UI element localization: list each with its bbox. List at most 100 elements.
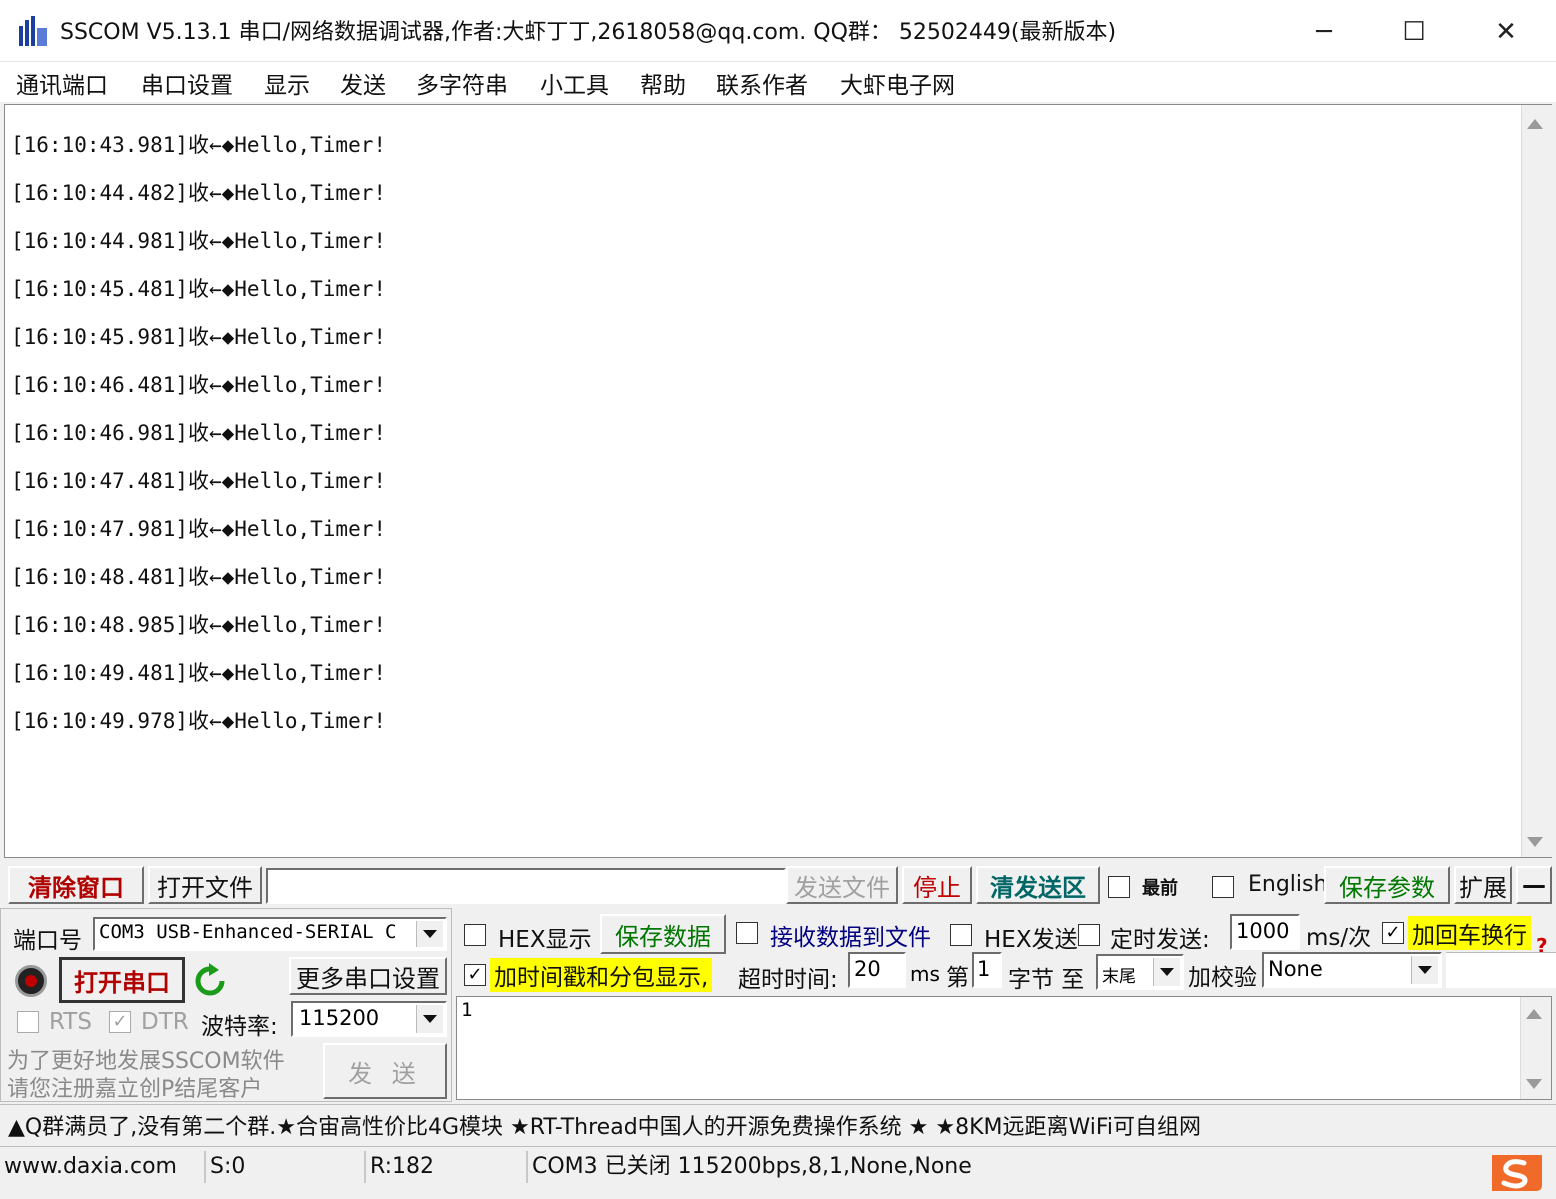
status-received: R:182	[364, 1151, 530, 1183]
baud-select[interactable]: 115200	[291, 1001, 447, 1037]
menu-help[interactable]: 帮助	[640, 66, 686, 100]
status-sent: S:0	[204, 1151, 366, 1183]
status-bar: www.daxia.com S:0 R:182 COM3 已关闭 115200b…	[0, 1146, 1556, 1191]
open-port-label: 打开串口	[74, 968, 170, 997]
hex-display-checkbox[interactable]	[464, 924, 486, 946]
hex-send-checkbox[interactable]	[950, 924, 972, 946]
rts-checkbox[interactable]	[17, 1011, 39, 1033]
checksum-select[interactable]: None	[1262, 952, 1442, 988]
interval-input[interactable]: 1000	[1230, 914, 1300, 950]
save-data-button[interactable]: 保存数据	[600, 914, 726, 954]
dtr-checkbox[interactable]: ✓	[109, 1011, 131, 1033]
minimize-button[interactable]: ─	[1304, 12, 1344, 52]
checksum-value: None	[1268, 957, 1323, 981]
send-button[interactable]: 发 送	[323, 1043, 447, 1099]
maximize-button[interactable]: ☐	[1394, 12, 1434, 52]
collapse-button[interactable]: —	[1516, 866, 1552, 904]
menu-tools[interactable]: 小工具	[540, 66, 609, 100]
save-params-button[interactable]: 保存参数	[1324, 866, 1450, 904]
clear-window-button[interactable]: 清除窗口	[8, 866, 144, 904]
receive-lines: [16:10:43.981]收←◆Hello,Timer! [16:10:44.…	[11, 131, 386, 755]
hex-display-label: HEX显示	[498, 927, 592, 953]
status-website[interactable]: www.daxia.com	[0, 1151, 177, 1183]
close-icon: ✕	[1495, 17, 1517, 47]
minimize-icon: ─	[1316, 17, 1332, 47]
send-text: 1	[461, 999, 473, 1021]
end-dropdown-button[interactable]	[1153, 958, 1180, 986]
receive-line: [16:10:48.985]收←◆Hello,Timer!	[11, 613, 387, 637]
timeout-input[interactable]: 20	[848, 952, 906, 988]
end-value: 末尾	[1102, 967, 1136, 987]
menu-comm-port[interactable]: 通讯端口	[16, 66, 108, 100]
dtr-label: DTR	[141, 1009, 189, 1035]
refresh-icon[interactable]	[193, 963, 227, 999]
menu-bar: 通讯端口 串口设置 显示 发送 多字符串 小工具 帮助 联系作者 大虾电子网	[0, 62, 1556, 102]
byte-start-input[interactable]: 1	[972, 952, 1002, 988]
english-label: English	[1248, 872, 1328, 897]
ticker-bar: ▲Q群满员了,没有第二个群.★合宙高性价比4G模块 ★RT-Thread中国人的…	[0, 1104, 1556, 1142]
byte-prefix: 第	[946, 965, 969, 991]
timed-send-checkbox[interactable]	[1078, 924, 1100, 946]
status-port-state: COM3 已关闭 115200bps,8,1,None,None	[526, 1151, 972, 1183]
timeout-label: 超时时间:	[738, 967, 838, 993]
send-textarea[interactable]: 1	[456, 996, 1552, 1100]
timestamp-checkbox[interactable]: ✓	[464, 964, 486, 986]
byte-start-value: 1	[977, 957, 991, 981]
scroll-down-icon[interactable]	[1526, 1079, 1542, 1089]
topmost-label: 最前	[1142, 878, 1178, 899]
english-checkbox[interactable]	[1212, 876, 1234, 898]
open-port-button[interactable]: 打开串口	[59, 957, 185, 1003]
scroll-down-icon[interactable]	[1527, 837, 1543, 847]
menu-contact[interactable]: 联系作者	[716, 66, 808, 100]
rts-label: RTS	[49, 1009, 92, 1035]
promo-line-2: 请您注册嘉立创P结尾客户	[7, 1077, 263, 1102]
checksum-dropdown-button[interactable]	[1411, 956, 1438, 984]
clear-send-button[interactable]: 清发送区	[976, 866, 1100, 904]
send-scrollbar[interactable]	[1520, 997, 1551, 1099]
baud-label: 波特率:	[201, 1014, 278, 1040]
menu-multi-string[interactable]: 多字符串	[416, 66, 508, 100]
recv-to-file-label: 接收数据到文件	[770, 925, 931, 951]
menu-serial-settings[interactable]: 串口设置	[141, 66, 233, 100]
receive-area[interactable]: [16:10:43.981]收←◆Hello,Timer! [16:10:44.…	[4, 104, 1552, 858]
options-panel: HEX显示 保存数据 接收数据到文件 HEX发送 定时发送: 1000 ms/次…	[456, 908, 1556, 994]
menu-send[interactable]: 发送	[340, 66, 386, 100]
add-crlf-checkbox[interactable]: ✓	[1382, 922, 1404, 944]
scroll-up-icon[interactable]	[1526, 1009, 1542, 1019]
timeout-value: 20	[854, 957, 881, 981]
topmost-checkbox[interactable]	[1108, 876, 1130, 898]
more-settings-button[interactable]: 更多串口设置	[289, 957, 447, 995]
receive-line: [16:10:45.981]收←◆Hello,Timer!	[11, 325, 387, 349]
port-select[interactable]: COM3 USB-Enhanced-SERIAL C	[93, 917, 447, 951]
hex-send-label: HEX发送	[984, 927, 1078, 953]
app-icon	[19, 16, 47, 46]
menu-display[interactable]: 显示	[264, 66, 310, 100]
port-status-led-icon	[15, 965, 47, 997]
maximize-icon: ☐	[1402, 17, 1426, 47]
receive-line: [16:10:46.981]收←◆Hello,Timer!	[11, 421, 387, 445]
port-label: 端口号	[13, 928, 82, 954]
receive-line: [16:10:46.481]收←◆Hello,Timer!	[11, 373, 387, 397]
byte-range-label: 字节 至	[1008, 967, 1085, 993]
interval-value: 1000	[1236, 919, 1290, 943]
file-path-input[interactable]	[266, 868, 786, 904]
end-select[interactable]: 末尾	[1096, 954, 1184, 990]
timestamp-label: 加时间戳和分包显示,	[490, 958, 713, 992]
open-file-button[interactable]: 打开文件	[148, 866, 262, 904]
expand-button[interactable]: 扩展	[1454, 866, 1512, 904]
ticker-text[interactable]: ▲Q群满员了,没有第二个群.★合宙高性价比4G模块 ★RT-Thread中国人的…	[8, 1109, 1201, 1141]
menu-daxia-site[interactable]: 大虾电子网	[840, 66, 955, 100]
baud-dropdown-button[interactable]	[416, 1005, 443, 1033]
receive-scrollbar[interactable]	[1521, 105, 1552, 857]
receive-line: [16:10:49.481]收←◆Hello,Timer!	[11, 661, 387, 685]
scroll-up-icon[interactable]	[1527, 119, 1543, 129]
receive-line: [16:10:48.481]收←◆Hello,Timer!	[11, 565, 387, 589]
receive-line: [16:10:44.981]收←◆Hello,Timer!	[11, 229, 387, 253]
port-dropdown-button[interactable]	[416, 921, 443, 947]
close-button[interactable]: ✕	[1486, 12, 1526, 52]
add-crlf-label: 加回车换行	[1408, 916, 1531, 950]
send-file-button[interactable]: 发送文件	[786, 866, 898, 904]
stop-button[interactable]: 停止	[902, 866, 972, 904]
timed-send-label: 定时发送:	[1110, 927, 1210, 953]
recv-to-file-checkbox[interactable]	[736, 922, 758, 944]
